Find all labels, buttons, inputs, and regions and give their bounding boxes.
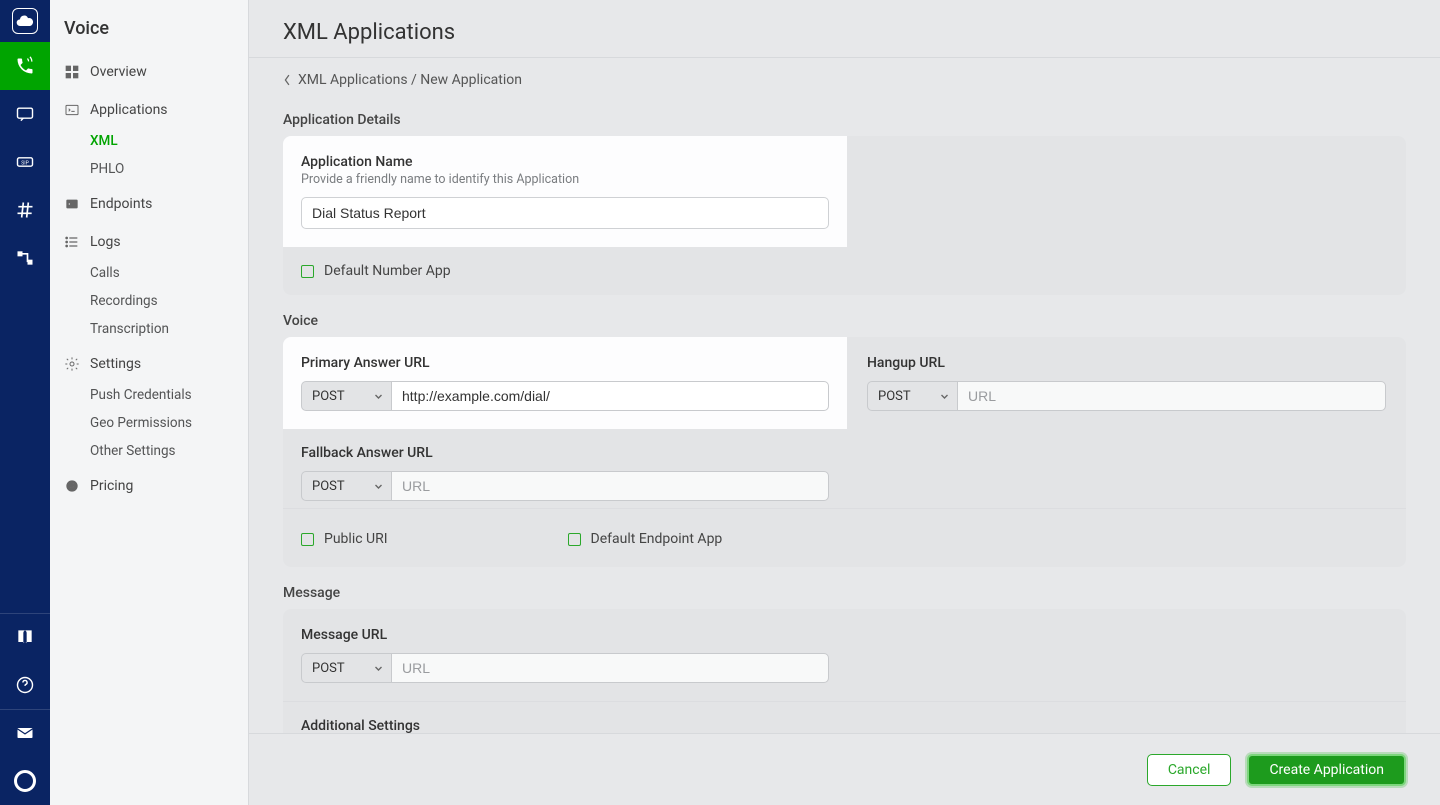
page-title: XML Applications (283, 20, 1406, 45)
hangup-url-input[interactable] (957, 381, 1386, 411)
sip-icon: SIP (14, 151, 36, 173)
svg-text:$: $ (70, 482, 74, 491)
primary-url-label: Primary Answer URL (301, 355, 829, 371)
dashboard-icon (64, 64, 80, 80)
message-url-input[interactable] (391, 653, 829, 683)
app-name-label: Application Name (301, 154, 829, 170)
card-details: Application Name Provide a friendly name… (283, 136, 1406, 295)
form-scroll[interactable]: Application Details Application Name Pro… (249, 94, 1440, 805)
checkbox-public-uri[interactable] (301, 533, 314, 546)
section-label-voice: Voice (283, 313, 1406, 329)
fallback-url-input[interactable] (391, 471, 829, 501)
chevron-down-icon (374, 392, 383, 401)
app-name-input[interactable] (301, 197, 829, 229)
message-method-select[interactable]: POST (301, 653, 391, 683)
sidebar-item-label: Pricing (90, 478, 133, 494)
sidebar: Voice Overview Applications XML PHLO End… (50, 0, 249, 805)
dollar-icon: $ (64, 478, 80, 494)
chevron-down-icon (374, 482, 383, 491)
book-icon (14, 626, 36, 648)
hash-icon (14, 199, 36, 221)
sidebar-sub-recordings[interactable]: Recordings (50, 287, 248, 315)
rail-voice[interactable] (0, 42, 50, 90)
chevron-down-icon (940, 392, 949, 401)
rail-logo[interactable] (0, 0, 50, 42)
sidebar-item-label: Applications (90, 102, 168, 118)
rail-inbox[interactable] (0, 709, 50, 757)
primary-method-select[interactable]: POST (301, 381, 391, 411)
rail-routes[interactable] (0, 234, 50, 282)
create-application-button[interactable]: Create Application (1247, 754, 1406, 786)
sidebar-sub-calls[interactable]: Calls (50, 259, 248, 287)
sidebar-sub-geo[interactable]: Geo Permissions (50, 409, 248, 437)
sidebar-item-label: Settings (90, 356, 141, 372)
sidebar-item-overview[interactable]: Overview (50, 55, 248, 89)
message-url-label: Message URL (301, 627, 829, 643)
checkbox-default-number-label: Default Number App (324, 263, 451, 279)
card-voice: Primary Answer URL POST Hangup URL POST (283, 337, 1406, 567)
message-method-value: POST (312, 661, 345, 676)
route-icon (14, 247, 36, 269)
sidebar-sub-other[interactable]: Other Settings (50, 437, 248, 465)
app-name-desc: Provide a friendly name to identify this… (301, 172, 829, 187)
breadcrumb-text: XML Applications / New Application (298, 72, 522, 88)
additional-settings-label: Additional Settings (301, 718, 1388, 734)
mail-icon (14, 722, 36, 744)
icon-rail: SIP (0, 0, 50, 805)
sidebar-sub-phlo[interactable]: PHLO (50, 155, 248, 183)
sidebar-item-applications[interactable]: Applications (50, 93, 248, 127)
hangup-method-value: POST (878, 389, 911, 404)
primary-url-input[interactable] (391, 381, 829, 411)
checkbox-default-endpoint-label: Default Endpoint App (591, 531, 723, 547)
checkbox-public-uri-label: Public URI (324, 531, 388, 547)
rail-status[interactable] (0, 757, 50, 805)
hangup-url-label: Hangup URL (867, 355, 1386, 371)
cancel-button[interactable]: Cancel (1147, 754, 1232, 786)
chat-icon (14, 103, 36, 125)
rail-help[interactable] (0, 661, 50, 709)
breadcrumb[interactable]: XML Applications / New Application (249, 58, 1440, 94)
hangup-method-select[interactable]: POST (867, 381, 957, 411)
primary-method-value: POST (312, 389, 345, 404)
sidebar-item-label: Overview (90, 64, 147, 80)
cloud-icon (15, 11, 35, 31)
fallback-method-select[interactable]: POST (301, 471, 391, 501)
help-icon (14, 674, 36, 696)
chevron-left-icon (283, 73, 292, 87)
section-label-message: Message (283, 585, 1406, 601)
sidebar-item-pricing[interactable]: $ Pricing (50, 469, 248, 503)
svg-text:SIP: SIP (21, 161, 28, 167)
checkbox-default-number[interactable] (301, 265, 314, 278)
rail-numbers[interactable] (0, 186, 50, 234)
rail-sip[interactable]: SIP (0, 138, 50, 186)
sidebar-sub-xml[interactable]: XML (50, 127, 248, 155)
section-label-details: Application Details (283, 112, 1406, 128)
sidebar-sub-transcription[interactable]: Transcription (50, 315, 248, 343)
list-icon (64, 234, 80, 250)
sidebar-item-label: Logs (90, 234, 121, 250)
terminal-icon (64, 102, 80, 118)
fallback-method-value: POST (312, 479, 345, 494)
rail-messaging[interactable] (0, 90, 50, 138)
sidebar-title: Voice (50, 14, 248, 55)
checkbox-default-endpoint[interactable] (568, 533, 581, 546)
rail-docs[interactable] (0, 613, 50, 661)
sidebar-item-logs[interactable]: Logs (50, 225, 248, 259)
sidebar-item-endpoints[interactable]: Endpoints (50, 187, 248, 221)
gear-icon (64, 356, 80, 372)
status-dot-icon (14, 770, 36, 792)
endpoints-icon (64, 196, 80, 212)
phone-icon (14, 55, 36, 77)
page-header: XML Applications (249, 0, 1440, 58)
sidebar-item-settings[interactable]: Settings (50, 347, 248, 381)
sidebar-item-label: Endpoints (90, 196, 152, 212)
footer-bar: Cancel Create Application (249, 733, 1440, 805)
fallback-url-label: Fallback Answer URL (301, 445, 829, 461)
sidebar-sub-push[interactable]: Push Credentials (50, 381, 248, 409)
chevron-down-icon (374, 664, 383, 673)
main: XML Applications XML Applications / New … (249, 0, 1440, 805)
